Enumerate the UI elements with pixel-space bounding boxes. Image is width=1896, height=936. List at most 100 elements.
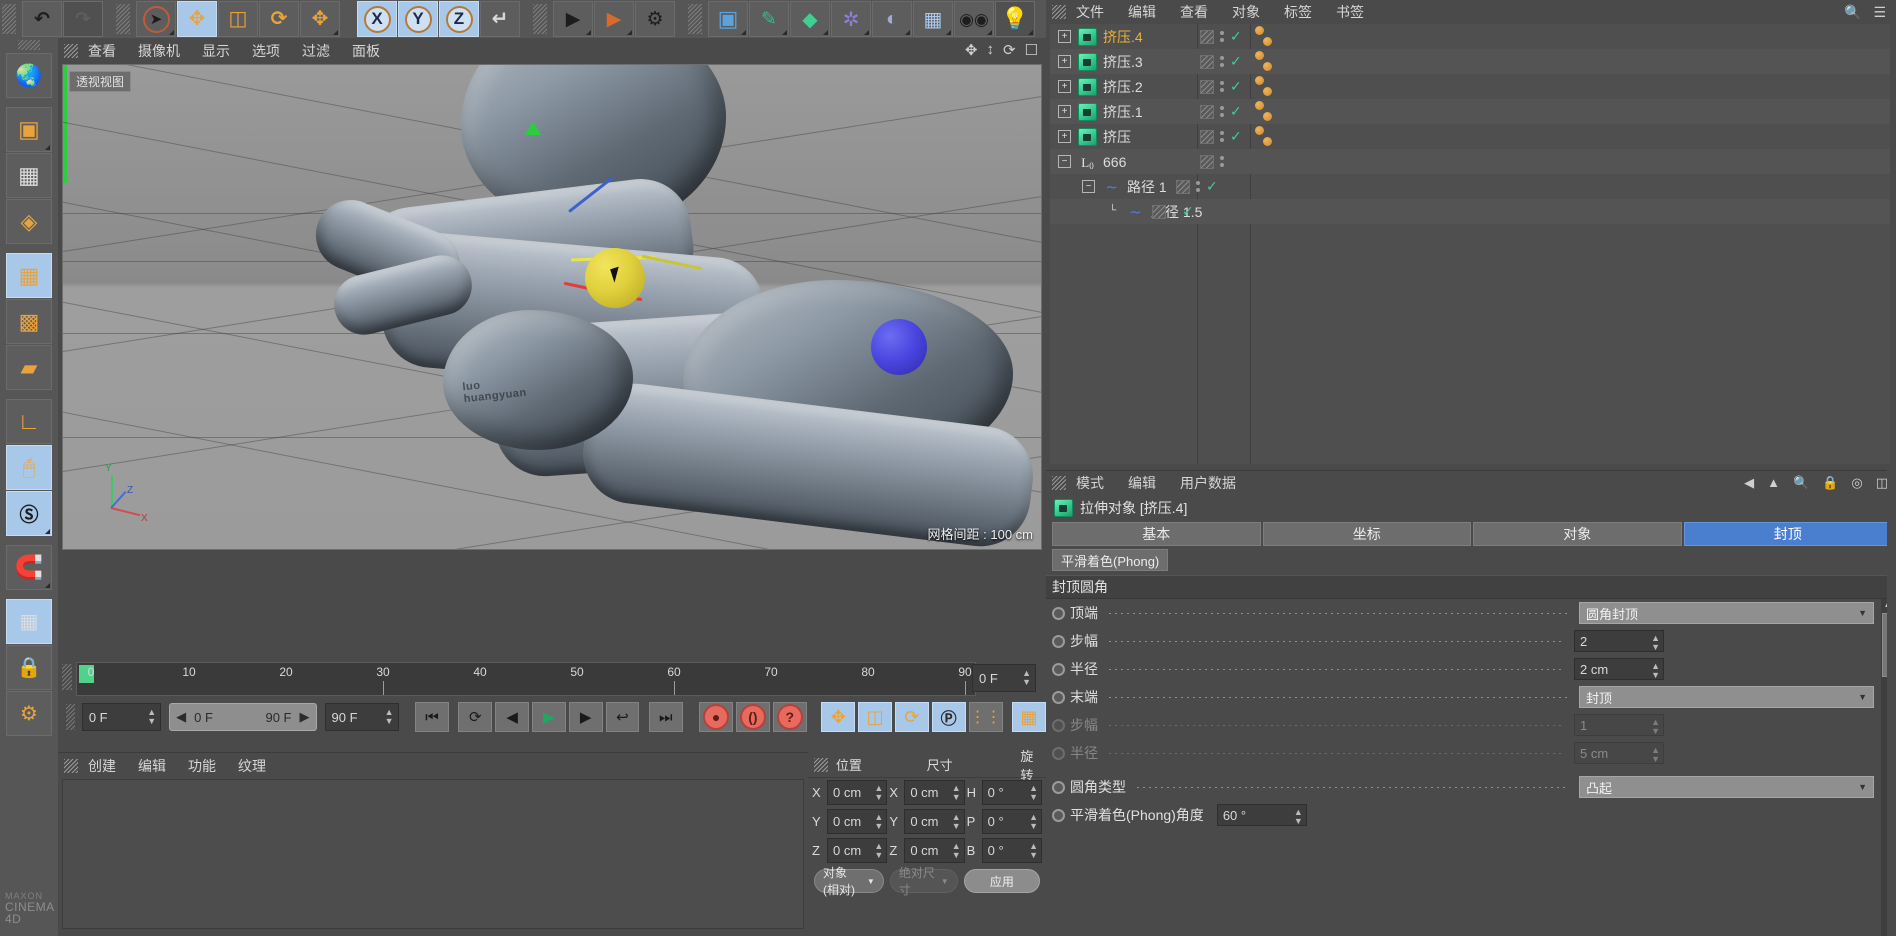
scale-tool-button[interactable]: ◫ <box>218 1 258 37</box>
enable-check-icon-7[interactable]: ✓ <box>1182 203 1194 220</box>
render-settings-button[interactable]: ⚙ <box>635 1 675 37</box>
expander-icon-6[interactable]: − <box>1082 180 1095 193</box>
back-arrow-icon[interactable]: ◀ <box>1744 475 1754 491</box>
environment-button[interactable]: ◐ <box>872 1 912 37</box>
undo-button[interactable]: ↶ <box>22 1 62 37</box>
subtab-phong[interactable]: 平滑着色(Phong) <box>1052 549 1169 571</box>
layer-swatch-1[interactable] <box>1200 54 1214 69</box>
snap-mode-button[interactable]: Ⓢ <box>6 491 52 536</box>
layer-swatch-3[interactable] <box>1200 104 1214 119</box>
visibility-dots-3[interactable] <box>1220 106 1224 117</box>
expander-icon-4[interactable]: + <box>1058 130 1071 143</box>
redo-button[interactable]: ↷ <box>63 1 103 37</box>
radio-icon-phong-angle[interactable] <box>1052 808 1065 822</box>
object-menu-grip[interactable] <box>1052 5 1066 19</box>
expander-icon-1[interactable]: + <box>1058 55 1071 68</box>
object-menu-bookmarks[interactable]: 书签 <box>1336 2 1364 22</box>
object-group-grip[interactable] <box>688 4 702 34</box>
object-tags-1[interactable] <box>1255 51 1272 73</box>
object-tags-2[interactable] <box>1255 76 1272 98</box>
step-forward-frame-button[interactable]: ▶ <box>568 702 603 732</box>
tab-object[interactable]: 对象 <box>1473 522 1682 546</box>
material-list[interactable] <box>62 779 804 929</box>
material-menu-grip[interactable] <box>64 759 78 773</box>
viewport-menu-options[interactable]: 选项 <box>252 41 280 61</box>
property-input-start-radius[interactable]: 2 cm ▲ ▼ <box>1574 658 1664 680</box>
property-input-start-steps[interactable]: 2 ▲ ▼ <box>1574 630 1664 652</box>
coordinate-mode-select[interactable]: 对象 (相对) ▼ <box>814 866 884 897</box>
expander-icon-3[interactable]: + <box>1058 105 1071 118</box>
range-right-arrow-icon[interactable]: ▶ <box>300 709 310 725</box>
record-active-objects-button[interactable]: ● <box>699 702 734 732</box>
search-icon[interactable]: 🔍 <box>1844 4 1861 21</box>
axis-y-button[interactable]: Y <box>398 1 438 37</box>
viewport-menu-panel[interactable]: 面板 <box>352 41 380 61</box>
layer-swatch-4[interactable] <box>1200 129 1214 144</box>
undo-view-button[interactable]: 🌏 <box>6 53 52 98</box>
coord-b-input[interactable]: 0 ° ▲ ▼ <box>981 838 1042 863</box>
object-row-5[interactable]: − L0 666 <box>1050 149 1890 174</box>
viewport-menu-filter[interactable]: 过滤 <box>302 41 330 61</box>
autokeying-button[interactable]: () <box>736 702 770 732</box>
object-menu-tags[interactable]: 标签 <box>1284 2 1312 22</box>
render-region-button[interactable]: ▶ <box>594 1 634 37</box>
expander-icon-2[interactable]: + <box>1058 80 1071 93</box>
parameter-key-toggle[interactable]: Ⓟ <box>931 702 966 732</box>
timeline-ruler[interactable]: 0 10 20 30 40 50 60 70 80 90 <box>76 662 976 696</box>
tool-group-grip[interactable] <box>116 4 130 34</box>
visibility-dots-4[interactable] <box>1220 131 1224 142</box>
attribute-menu-grip[interactable] <box>1052 476 1066 490</box>
preview-range-field[interactable]: ◀ 0 F 90 F ▶ <box>169 703 317 731</box>
tab-caps[interactable]: 封顶 <box>1683 522 1892 546</box>
coord-x-size-input[interactable]: 0 cm ▲ ▼ <box>904 780 965 805</box>
timeline-frame-field-right[interactable]: 0 F ▲ ▼ <box>972 664 1036 692</box>
radio-icon-start-radius[interactable] <box>1052 662 1065 676</box>
object-row-2[interactable]: + 挤压.2 ✓ <box>1050 74 1890 99</box>
quantize-lock-button[interactable]: 🔒 <box>6 645 52 690</box>
enable-check-icon-1[interactable]: ✓ <box>1230 53 1242 70</box>
object-tags-0[interactable] <box>1255 26 1272 48</box>
viewport-menu-display[interactable]: 显示 <box>202 41 230 61</box>
material-menu-edit[interactable]: 编辑 <box>138 756 166 776</box>
render-view-button[interactable]: ▶ <box>553 1 593 37</box>
coordinate-grip[interactable] <box>814 757 828 772</box>
loop-playback-button[interactable]: ↩ <box>605 702 640 732</box>
object-menu-file[interactable]: 文件 <box>1076 2 1104 22</box>
viewport-menu-grip[interactable] <box>64 44 78 58</box>
material-menu-texture[interactable]: 纹理 <box>238 756 266 776</box>
play-forward-button[interactable]: ▶ <box>532 702 566 732</box>
max-frame-input[interactable]: 90 F ▲ ▼ <box>324 703 399 731</box>
coord-x-position-input[interactable]: 0 cm ▲ ▼ <box>827 780 888 805</box>
scale-view-icon[interactable]: ↕ <box>986 41 994 59</box>
texture-mode-button[interactable]: ▦ <box>6 153 52 198</box>
bend-deformer-button[interactable]: ✲ <box>831 1 871 37</box>
handle-sphere-blue[interactable] <box>871 319 927 375</box>
coordinate-apply-button[interactable]: 应用 <box>963 869 1040 893</box>
layer-swatch-2[interactable] <box>1200 79 1214 94</box>
object-row-6[interactable]: − ∼ 路径 1 ✓ <box>1050 174 1890 199</box>
radio-icon-end-cap[interactable] <box>1052 690 1065 704</box>
viewport-3d[interactable]: luo huangyuan Y X Z 透视视图 网格间距 : 100 cm <box>62 64 1042 550</box>
point-mode-button[interactable]: ▦ <box>6 253 52 298</box>
rotate-tool-button[interactable]: ⟳ <box>259 1 299 37</box>
coord-y-position-input[interactable]: 0 cm ▲ ▼ <box>827 809 888 834</box>
expander-icon-5[interactable]: − <box>1058 155 1071 168</box>
target-icon[interactable]: ◎ <box>1851 475 1862 491</box>
position-key-toggle[interactable]: ✥ <box>821 702 856 732</box>
go-to-start-button[interactable]: ⏮ <box>415 702 449 732</box>
enable-check-icon-6[interactable]: ✓ <box>1206 178 1218 195</box>
object-row-0[interactable]: + 挤压.4 ✓ <box>1050 24 1890 49</box>
generator-button[interactable]: ◆ <box>790 1 830 37</box>
point-level-animation-toggle[interactable]: ⋮⋮ <box>968 702 1003 732</box>
move-tool-button[interactable]: ✥ <box>177 1 217 37</box>
enable-check-icon-0[interactable]: ✓ <box>1230 28 1242 45</box>
coord-z-size-input[interactable]: 0 cm ▲ ▼ <box>904 838 965 863</box>
polygon-mode-button[interactable]: ▰ <box>6 345 52 390</box>
object-menu-objects[interactable]: 对象 <box>1232 2 1260 22</box>
rotate-view-icon[interactable]: ⟳ <box>1003 41 1016 59</box>
visibility-dots-0[interactable] <box>1220 31 1224 42</box>
attribute-menu-edit[interactable]: 编辑 <box>1128 473 1156 493</box>
layer-swatch-0[interactable] <box>1200 29 1214 44</box>
layer-swatch-7[interactable] <box>1152 204 1166 219</box>
live-selection-button[interactable]: ➤ <box>136 1 176 37</box>
